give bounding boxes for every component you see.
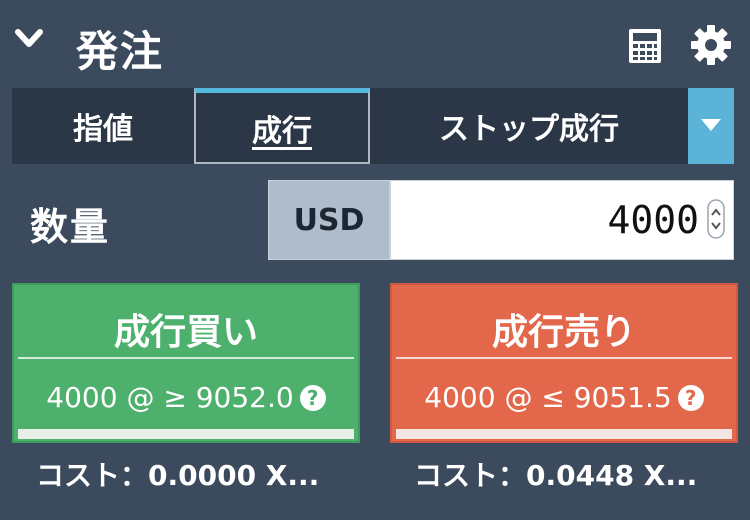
help-icon[interactable]: ? (299, 385, 326, 411)
tab-limit[interactable]: 指値 (12, 88, 194, 164)
currency-label: USD (268, 180, 390, 260)
tab-limit-label: 指値 (73, 112, 133, 147)
triangle-down-icon (701, 119, 721, 131)
quantity-label: 数量 (30, 205, 111, 249)
quantity-stepper[interactable] (707, 199, 725, 239)
buy-bottom-bar (18, 429, 354, 439)
tab-stop-market[interactable]: ストップ成行 (372, 88, 686, 164)
order-type-dropdown-button[interactable] (688, 88, 734, 164)
quantity-input[interactable] (390, 180, 734, 260)
market-sell-label: 成行売り (491, 312, 636, 353)
market-buy-label: 成行買い (113, 312, 258, 353)
order-type-tabs: 指値 成行 ストップ成行 (12, 88, 734, 164)
order-panel-header: 発注 (0, 0, 750, 88)
sell-bottom-bar (396, 429, 732, 439)
market-buy-button[interactable]: 成行買い 4000 @ ≥ 9052.0? (12, 283, 360, 443)
divider (18, 357, 354, 359)
sell-cost-text: コスト：0.0448 X... (414, 459, 698, 492)
tab-market-label: 成行 (252, 113, 312, 149)
buy-cost-text: コスト：0.0000 X... (36, 459, 320, 492)
market-sell-button[interactable]: 成行売り 4000 @ ≤ 9051.5? (390, 283, 738, 443)
tab-market[interactable]: 成行 (194, 88, 370, 164)
panel-title: 発注 (76, 27, 165, 76)
buy-price-info: 4000 @ ≥ 9052.0? (14, 381, 358, 414)
sell-price-text: 4000 @ ≤ 9051.5 (424, 381, 672, 414)
calculator-icon[interactable] (628, 28, 662, 64)
gear-icon[interactable] (690, 24, 732, 66)
tab-stop-market-label: ストップ成行 (439, 112, 619, 147)
help-icon[interactable]: ? (677, 385, 704, 411)
sell-price-info: 4000 @ ≤ 9051.5? (392, 381, 736, 414)
divider (396, 357, 732, 359)
chevron-down-icon[interactable] (14, 28, 44, 50)
buy-price-text: 4000 @ ≥ 9052.0 (46, 381, 294, 414)
